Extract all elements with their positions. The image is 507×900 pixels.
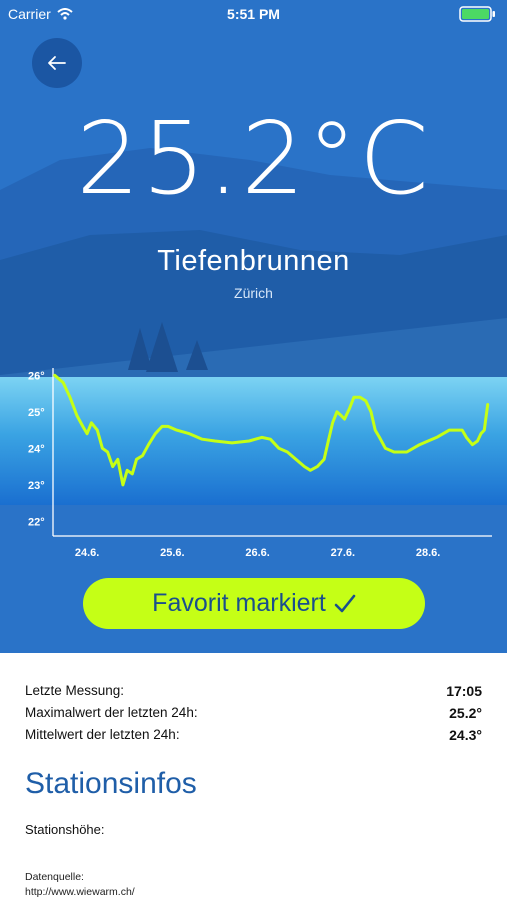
canton-name: Zürich (234, 285, 273, 301)
favorite-button[interactable]: Favorit markiert (83, 578, 425, 629)
measurement-label: Letzte Messung: (25, 683, 125, 698)
measurement-row-max: Maximalwert der letzten 24h: 25.2° (25, 702, 482, 724)
y-tick-label: 26° (28, 370, 45, 382)
y-tick-label: 23° (28, 480, 45, 492)
station-height-label: Stationshöhe: (25, 822, 105, 837)
current-temperature: 25.2°C (76, 100, 431, 217)
temperature-series-line (53, 373, 490, 487)
measurement-label: Mittelwert der letzten 24h: (25, 727, 180, 742)
status-time: 5:51 PM (227, 6, 280, 22)
battery-icon (459, 6, 495, 22)
x-tick-label: 27.6. (331, 547, 355, 559)
measurement-value: 24.3° (449, 727, 482, 743)
data-source: Datenquelle: http://www.wiewarm.ch/ (25, 870, 135, 900)
arrow-left-icon (48, 56, 66, 70)
status-bar: Carrier 5:51 PM (0, 0, 507, 28)
y-tick-label: 22° (28, 516, 45, 528)
data-source-link[interactable]: http://www.wiewarm.ch/ (25, 885, 135, 900)
back-button[interactable] (32, 38, 82, 88)
checkmark-icon (334, 594, 356, 612)
measurement-list: Letzte Messung: 17:05 Maximalwert der le… (25, 680, 482, 746)
y-tick-label: 25° (28, 407, 45, 419)
x-tick-label: 26.6. (245, 547, 269, 559)
temperature-chart: 26° 25° 24° 23° 22° 24.6. 25.6. 26.6. 27.6. 28.6… (28, 368, 492, 559)
x-tick-label: 28.6. (416, 547, 440, 559)
y-tick-label: 24° (28, 443, 45, 455)
measurement-value: 25.2° (449, 705, 482, 721)
x-tick-label: 25.6. (160, 547, 184, 559)
measurement-row-mean: Mittelwert der letzten 24h: 24.3° (25, 724, 482, 746)
station-name: Tiefenbrunnen (157, 245, 350, 277)
x-tick-label: 24.6. (75, 547, 99, 559)
measurement-row-last: Letzte Messung: 17:05 (25, 680, 482, 702)
data-source-label: Datenquelle: (25, 871, 84, 883)
hero-section: Carrier 5:51 PM 25.2°C Tiefenbrunnen Zür… (0, 0, 507, 653)
station-info-title: Stationsinfos (25, 767, 197, 800)
measurement-label: Maximalwert der letzten 24h: (25, 705, 198, 720)
favorite-label: Favorit markiert (152, 589, 326, 617)
measurement-value: 17:05 (446, 683, 482, 699)
